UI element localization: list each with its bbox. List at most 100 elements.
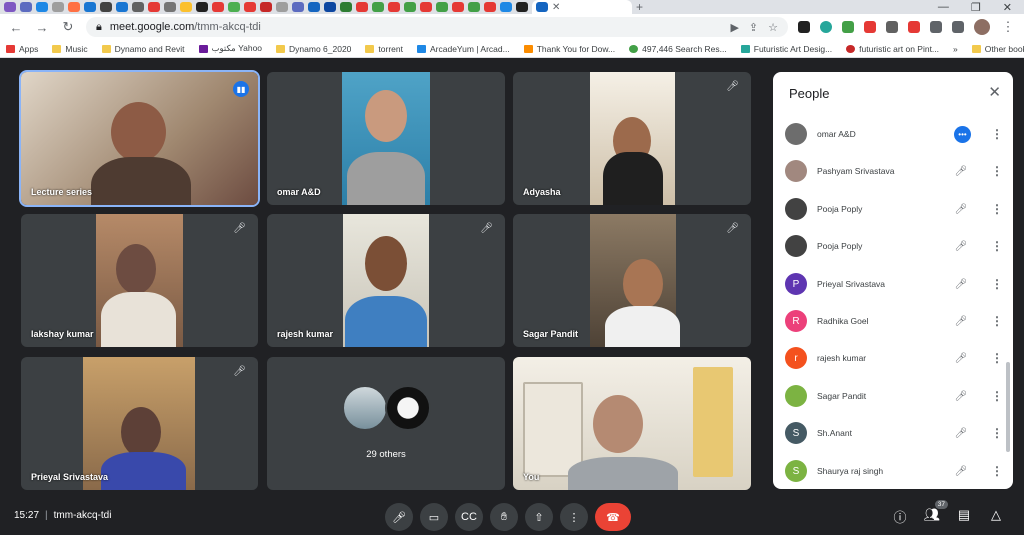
more-options-icon[interactable]: ⋮: [991, 277, 1003, 291]
participant-row[interactable]: Pooja Poply 🎤︎ ⋮: [785, 231, 1003, 261]
sidebar-icon[interactable]: [952, 21, 964, 33]
extensions-puzzle-icon[interactable]: [930, 21, 942, 33]
tab-favicon[interactable]: [340, 2, 352, 12]
tab-favicon[interactable]: [484, 2, 496, 12]
tab-favicon[interactable]: [356, 2, 368, 12]
others-tile[interactable]: 29 others: [267, 357, 505, 490]
more-options-icon[interactable]: ⋮: [991, 202, 1003, 216]
participant-row[interactable]: Pashyam Srivastava 🎤︎ ⋮: [785, 156, 1003, 186]
more-options-icon[interactable]: ⋮: [991, 389, 1003, 403]
bookmark-item[interactable]: torrent: [365, 44, 403, 54]
tab-favicon[interactable]: [516, 2, 528, 12]
video-tile[interactable]: 🎤︎ lakshay kumar: [21, 214, 258, 347]
tab-favicon[interactable]: [116, 2, 128, 12]
tab-favicon[interactable]: [148, 2, 160, 12]
bookmark-apps[interactable]: Apps: [6, 44, 38, 54]
extension-icon[interactable]: [864, 21, 876, 33]
more-options-icon[interactable]: ⋮: [991, 239, 1003, 253]
captions-button[interactable]: CC: [455, 503, 483, 531]
tab-favicon[interactable]: [52, 2, 64, 12]
video-tile[interactable]: 🎤︎ Prieyal Srivastava: [21, 357, 258, 490]
tab-favicon[interactable]: [228, 2, 240, 12]
video-tile[interactable]: 🎤︎ rajesh kumar: [267, 214, 505, 347]
extension-icon[interactable]: [886, 21, 898, 33]
reload-icon[interactable]: ↻: [60, 19, 76, 35]
menu-icon[interactable]: ⋮: [1000, 19, 1016, 35]
tab-favicon[interactable]: [212, 2, 224, 12]
meeting-details-icon[interactable]: ⓘ: [890, 507, 910, 526]
more-options-icon[interactable]: ⋮: [991, 164, 1003, 178]
more-options-icon[interactable]: ⋮: [991, 464, 1003, 478]
muted-mic-icon[interactable]: 🎤︎: [953, 353, 969, 364]
more-options-icon[interactable]: ⋮: [991, 426, 1003, 440]
tab-favicon[interactable]: [36, 2, 48, 12]
bookmark-item[interactable]: Dynamo 6_2020: [276, 44, 351, 54]
muted-mic-icon[interactable]: 🎤︎: [953, 316, 969, 327]
video-tile[interactable]: omar A&D: [267, 72, 505, 205]
camera-icon[interactable]: ▶: [730, 21, 738, 34]
muted-mic-icon[interactable]: 🎤︎: [953, 428, 969, 439]
bookmark-item[interactable]: مكتوب Yahoo: [198, 43, 262, 54]
people-icon[interactable]: 👥︎ 37: [922, 500, 948, 523]
more-options-icon[interactable]: ⋮: [991, 314, 1003, 328]
muted-mic-icon[interactable]: 🎤︎: [953, 166, 969, 177]
more-options-button[interactable]: ⋮: [560, 503, 588, 531]
bookmark-item[interactable]: Futuristic Art Desig...: [740, 44, 832, 54]
microphone-button[interactable]: 🎤︎: [385, 503, 413, 531]
extension-icon[interactable]: [842, 21, 854, 33]
tab-favicon[interactable]: [164, 2, 176, 12]
participant-row[interactable]: S Shaurya raj singh 🎤︎ ⋮: [785, 456, 1003, 486]
extension-icon[interactable]: [820, 21, 832, 33]
participant-row[interactable]: R Radhika Goel 🎤︎ ⋮: [785, 306, 1003, 336]
tab-favicon[interactable]: [196, 2, 208, 12]
more-options-icon[interactable]: ⋮: [991, 127, 1003, 141]
tab-favicon[interactable]: [404, 2, 416, 12]
muted-mic-icon[interactable]: 🎤︎: [953, 391, 969, 402]
bookmark-item[interactable]: 497,446 Search Res...: [629, 44, 727, 54]
back-icon[interactable]: ←: [8, 20, 24, 35]
self-video-tile[interactable]: You: [513, 357, 751, 490]
new-tab-icon[interactable]: +: [636, 0, 643, 14]
activities-icon[interactable]: △: [986, 507, 1006, 523]
address-bar[interactable]: 🔒︎ meet.google.com/tmm-akcq-tdi ▶ ⇪ ☆: [86, 17, 788, 37]
tab-favicon[interactable]: [388, 2, 400, 12]
participant-row[interactable]: r rajesh kumar 🎤︎ ⋮: [785, 343, 1003, 373]
participant-row[interactable]: Sagar Pandit 🎤︎ ⋮: [785, 381, 1003, 411]
muted-mic-icon[interactable]: 🎤︎: [953, 204, 969, 215]
end-call-button[interactable]: ☎︎: [595, 503, 631, 531]
tab-favicon[interactable]: [4, 2, 16, 12]
bookmark-item[interactable]: Music: [52, 44, 88, 54]
tab-favicon[interactable]: [68, 2, 80, 12]
tab-favicon[interactable]: [180, 2, 192, 12]
tab-favicon[interactable]: [372, 2, 384, 12]
speaking-indicator-icon[interactable]: •••: [954, 125, 971, 143]
tab-favicon[interactable]: [132, 2, 144, 12]
video-tile[interactable]: 🎤︎ Adyasha: [513, 72, 751, 205]
forward-icon[interactable]: →: [34, 20, 50, 35]
video-tile[interactable]: ▮▮ Lecture series: [19, 70, 260, 207]
other-bookmarks[interactable]: Other bookmarks: [971, 44, 1024, 54]
bookmark-item[interactable]: futuristic art on Pint...: [846, 44, 939, 54]
bookmark-item[interactable]: Dynamo and Revit: [101, 44, 185, 54]
present-button[interactable]: ⇧: [525, 503, 553, 531]
tab-favicon[interactable]: [324, 2, 336, 12]
panel-scrollbar[interactable]: [1006, 362, 1010, 452]
tab-favicon[interactable]: [276, 2, 288, 12]
tab-favicon[interactable]: [20, 2, 32, 12]
participant-row[interactable]: Pooja Poply 🎤︎ ⋮: [785, 194, 1003, 224]
active-tab[interactable]: ✕: [532, 0, 632, 14]
tab-favicon[interactable]: [500, 2, 512, 12]
tab-favicon[interactable]: [100, 2, 112, 12]
chat-icon[interactable]: ▤: [954, 507, 974, 523]
tab-favicon[interactable]: [420, 2, 432, 12]
star-icon[interactable]: ☆: [768, 21, 778, 34]
bookmark-item[interactable]: Thank You for Dow...: [523, 44, 615, 54]
camera-button[interactable]: ▭: [420, 503, 448, 531]
tab-favicon[interactable]: [452, 2, 464, 12]
more-options-icon[interactable]: ⋮: [991, 351, 1003, 365]
muted-mic-icon[interactable]: 🎤︎: [953, 241, 969, 252]
tab-favicon[interactable]: [260, 2, 272, 12]
participant-row[interactable]: S Sh.Anant 🎤︎ ⋮: [785, 418, 1003, 448]
extension-icon[interactable]: [908, 21, 920, 33]
tab-favicon[interactable]: [468, 2, 480, 12]
